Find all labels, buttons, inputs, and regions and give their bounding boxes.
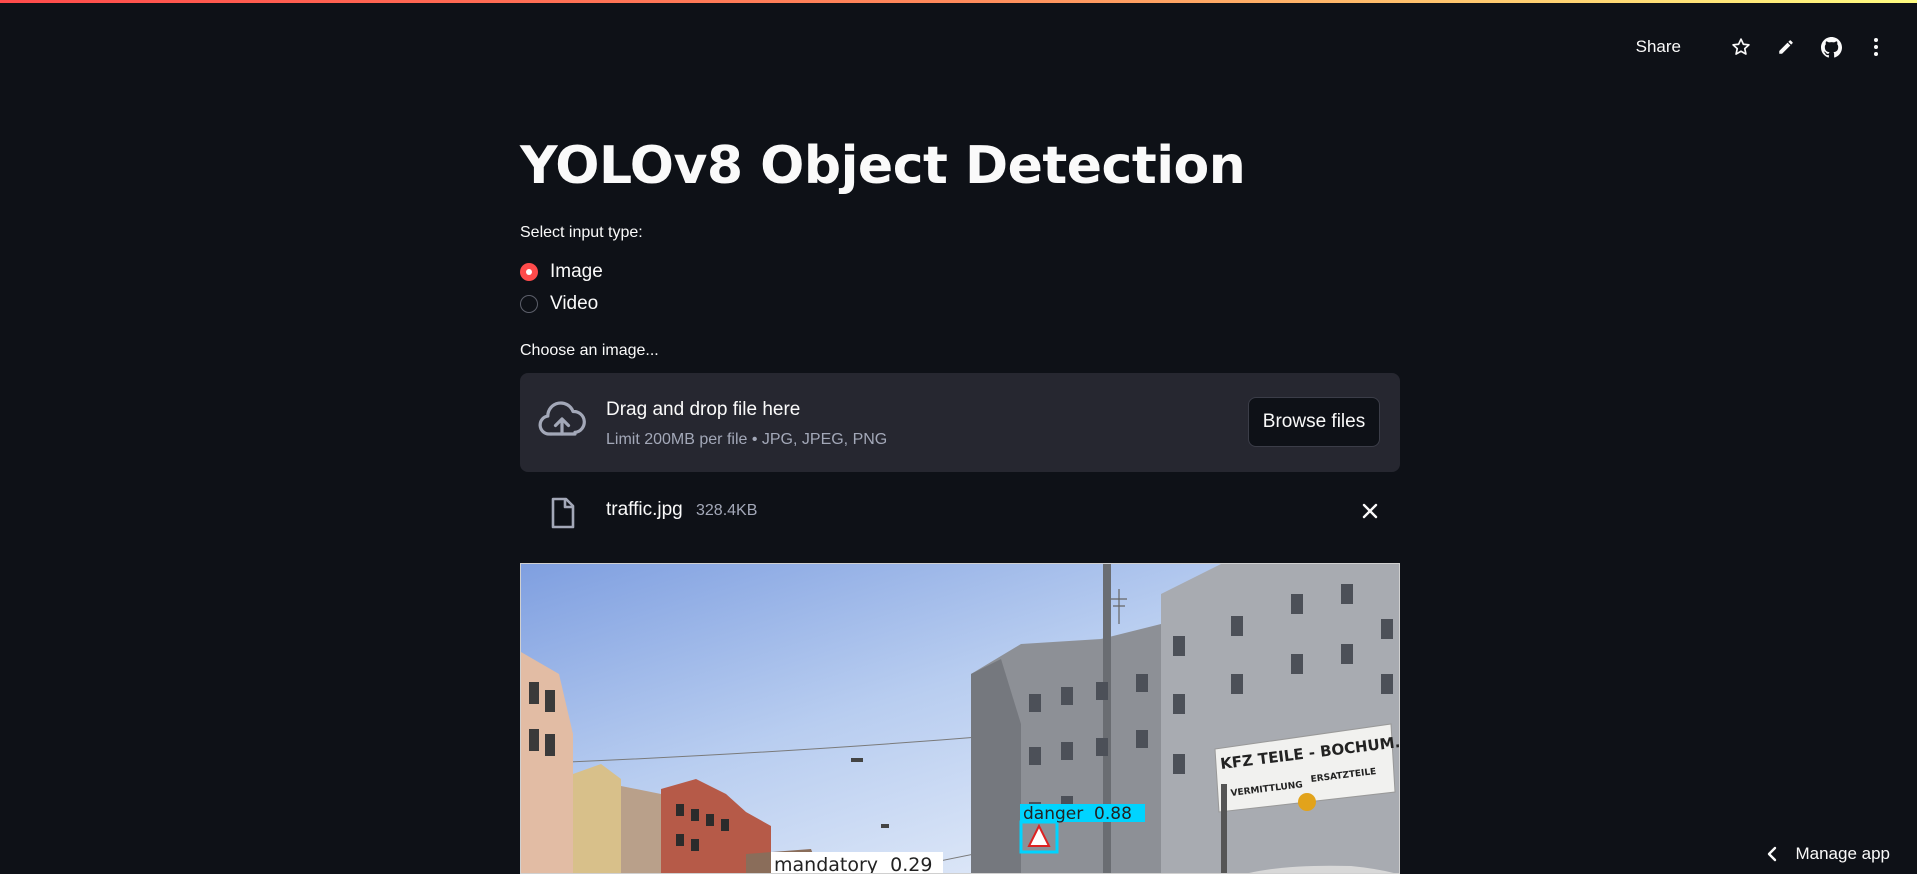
- input-type-label: Select input type:: [520, 224, 643, 241]
- detection-result-image: KFZ TEILE - BOCHUM.DE ERSATZTEILE VERMIT…: [520, 563, 1400, 874]
- uploaded-file-size: 328.4KB: [696, 502, 758, 519]
- manage-app-button[interactable]: Manage app: [1767, 844, 1890, 864]
- share-button[interactable]: Share: [1636, 37, 1681, 57]
- radio-option-label: Image: [550, 261, 603, 282]
- danger-detection-label: danger 0.88: [1023, 804, 1132, 824]
- close-icon[interactable]: [1360, 501, 1380, 521]
- uploaded-file-row: traffic.jpg 328.4KB: [520, 489, 1400, 533]
- edit-pencil-icon[interactable]: [1775, 36, 1797, 58]
- file-dropzone[interactable]: Drag and drop file here Limit 200MB per …: [520, 373, 1400, 472]
- page-title: YOLOv8 Object Detection: [520, 136, 1246, 196]
- github-icon[interactable]: [1820, 36, 1842, 58]
- radio-option-label: Video: [550, 293, 599, 314]
- radio-option-video[interactable]: Video: [520, 293, 598, 315]
- top-decoration-bar: [0, 0, 1917, 3]
- header-toolbar: Share: [1636, 30, 1887, 64]
- mandatory-detection-label: mandatory 0.29: [774, 854, 932, 874]
- dropzone-instructions: Drag and drop file here: [606, 399, 801, 420]
- radio-unselected-indicator[interactable]: [520, 295, 538, 313]
- star-icon[interactable]: [1730, 36, 1752, 58]
- browse-files-button[interactable]: Browse files: [1248, 397, 1380, 447]
- uploaded-file-name: traffic.jpg: [606, 499, 683, 520]
- radio-selected-indicator[interactable]: [520, 263, 538, 281]
- dropzone-limit-text: Limit 200MB per file • JPG, JPEG, PNG: [606, 431, 888, 448]
- radio-option-image[interactable]: Image: [520, 261, 603, 283]
- chevron-left-icon: [1767, 846, 1777, 862]
- file-icon: [550, 497, 576, 529]
- uploader-label: Choose an image...: [520, 342, 659, 359]
- more-vertical-icon[interactable]: [1865, 36, 1887, 58]
- cloud-upload-icon: [538, 400, 586, 444]
- manage-app-label: Manage app: [1795, 844, 1890, 863]
